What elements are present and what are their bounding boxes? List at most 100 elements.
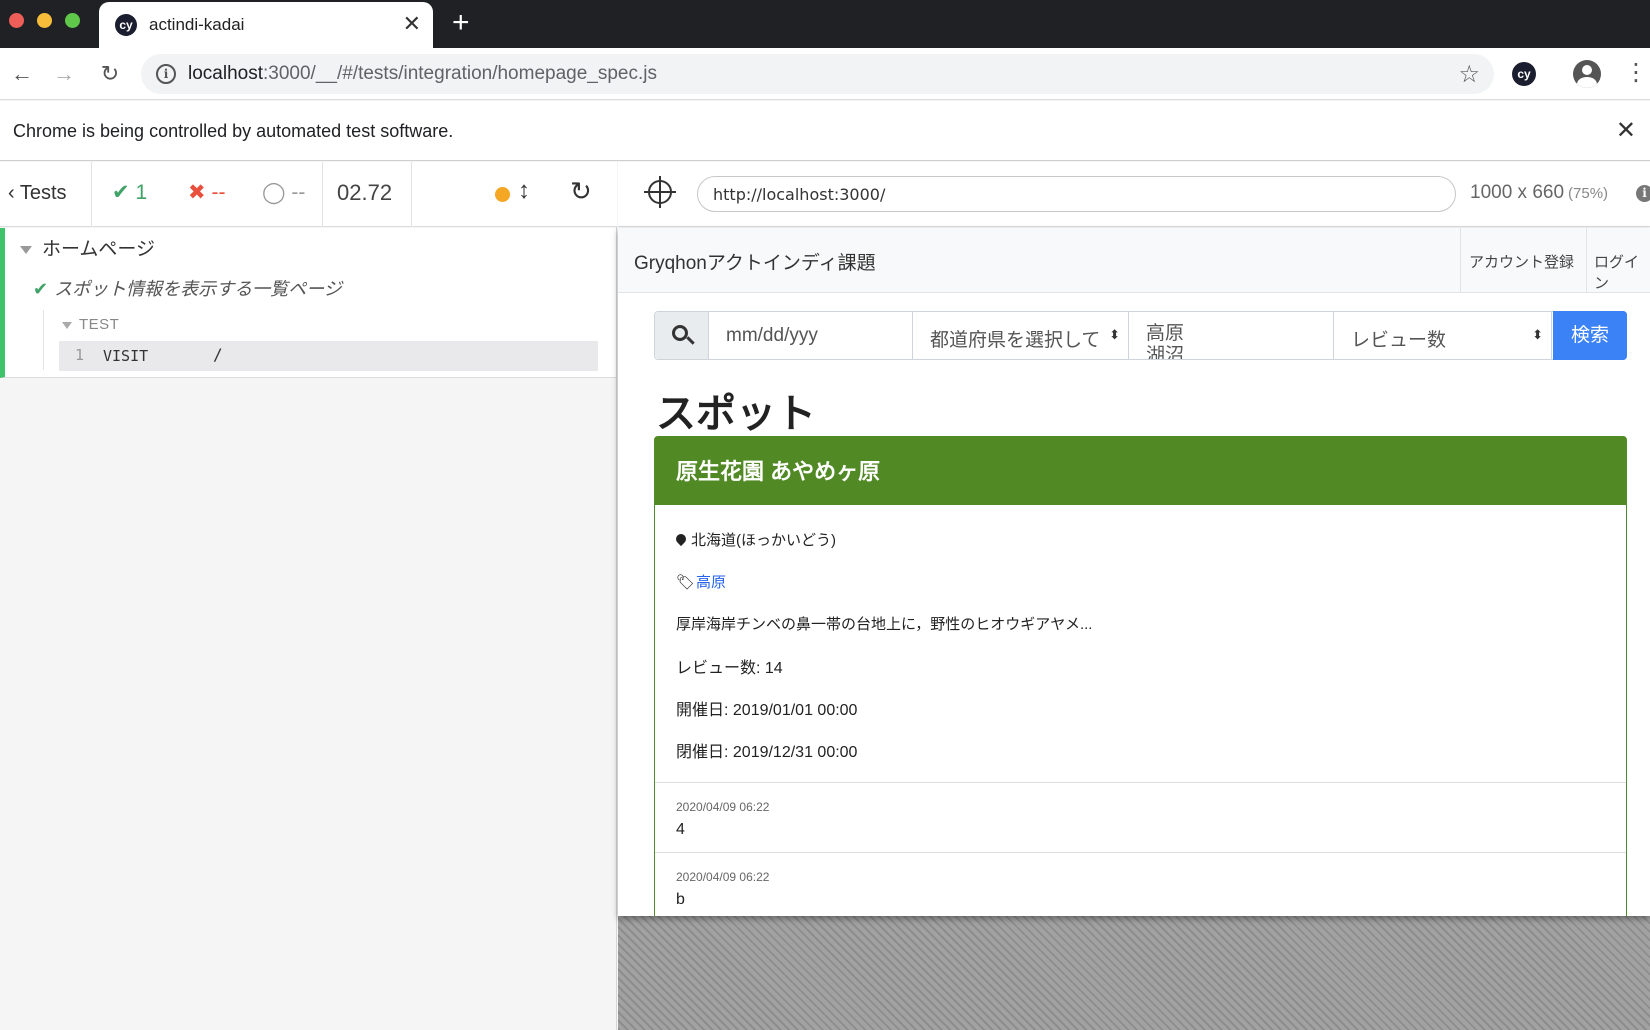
header-divider bbox=[411, 162, 412, 227]
rerun-tests-icon[interactable]: ↻ bbox=[570, 176, 592, 207]
command-message: / bbox=[213, 345, 223, 364]
duration: 02.72 bbox=[337, 180, 393, 205]
maximize-window-button[interactable] bbox=[65, 13, 80, 28]
infobar-close-icon[interactable]: ✕ bbox=[1616, 116, 1636, 145]
review-text: b bbox=[676, 891, 685, 908]
reporter-header: ‹ Tests ✔ 1 ✖ -- ◯ -- 02.72 ↕ ↻ bbox=[0, 162, 617, 227]
tests-label: Tests bbox=[19, 182, 67, 204]
bookmark-star-icon[interactable]: ☆ bbox=[1458, 60, 1480, 89]
reload-icon[interactable]: ↻ bbox=[96, 60, 124, 88]
viewport-scale: (75%) bbox=[1568, 185, 1609, 202]
nav-divider bbox=[1460, 228, 1461, 293]
spot-name[interactable]: 原生花園 あやめヶ原 bbox=[676, 454, 880, 486]
address-host: localhost bbox=[188, 63, 263, 84]
back-arrow-icon[interactable]: ← bbox=[8, 60, 36, 88]
selector-playground-crosshair-icon[interactable] bbox=[644, 176, 676, 208]
check-icon: ✔ bbox=[33, 279, 49, 299]
spot-description: 厚岸海岸チンベの鼻一帯の台地上に，野性のヒオウギアヤメ... bbox=[676, 616, 1093, 633]
page-title: スポット bbox=[656, 392, 816, 436]
spot-end-date: 閉催日: 2019/12/31 00:00 bbox=[676, 744, 858, 761]
spot-card: 原生花園 あやめヶ原 北海道(ほっかいどう) 🏷高原 厚岸海岸チンベの鼻一帯の台… bbox=[654, 436, 1627, 916]
spot-card-header: 原生花園 あやめヶ原 bbox=[655, 437, 1626, 505]
suite-title: ホームページ bbox=[42, 239, 156, 260]
sort-select-value: レビュー数 bbox=[1351, 330, 1447, 351]
pending-count: -- bbox=[291, 181, 306, 204]
browser-tab[interactable]: cy actindi-kadai ✕ bbox=[99, 2, 433, 48]
nav-link-login[interactable]: ログイン bbox=[1594, 251, 1650, 293]
command-group: TEST 1 VISIT / bbox=[43, 310, 602, 371]
aut-iframe: Gryqhonアクトインディ課題 アカウント登録 ログイン mm/dd/yyy … bbox=[618, 228, 1650, 916]
sort-select[interactable]: レビュー数 bbox=[1334, 312, 1552, 359]
caret-down-icon bbox=[62, 321, 72, 329]
minimize-window-button[interactable] bbox=[37, 13, 52, 28]
aut-container: Gryqhonアクトインディ課題 アカウント登録 ログイン mm/dd/yyy … bbox=[618, 228, 1650, 1030]
command-name: VISIT bbox=[103, 347, 149, 365]
viewport-size: 1000 x 660 bbox=[1470, 182, 1565, 203]
review-date: 2020/04/09 06:22 bbox=[676, 870, 770, 884]
failed-count: -- bbox=[211, 181, 226, 204]
map-marker-icon bbox=[673, 531, 689, 547]
tab-title: actindi-kadai bbox=[149, 15, 245, 34]
cypress-reporter: ‹ Tests ✔ 1 ✖ -- ◯ -- 02.72 ↕ ↻ ホームページ ✔… bbox=[0, 162, 617, 1030]
category-options: 高原 湖沼 bbox=[1146, 323, 1185, 359]
viewport-info: 1000 x 660 (75%) bbox=[1470, 182, 1608, 204]
cypress-extension-icon[interactable]: cy bbox=[1512, 62, 1536, 86]
pending-stat: ◯ -- bbox=[262, 180, 305, 205]
search-button[interactable]: 検索 bbox=[1553, 311, 1627, 360]
search-form: mm/dd/yyy 都道府県を選択して 高原 湖沼 レビュー数 検索 bbox=[654, 311, 1627, 360]
tab-close-icon[interactable]: ✕ bbox=[403, 11, 421, 37]
browser-toolbar: ← → ↻ i localhost:3000/__/#/tests/integr… bbox=[0, 48, 1650, 100]
test-section-text: TEST bbox=[79, 316, 120, 333]
tags-icon: 🏷 bbox=[676, 574, 696, 591]
app-navbar: Gryqhonアクトインディ課題 アカウント登録 ログイン bbox=[618, 228, 1650, 293]
review-divider bbox=[655, 782, 1626, 783]
nav-link-signup[interactable]: アカウント登録 bbox=[1469, 251, 1574, 272]
test-title: スポット情報を表示する一覧ページ bbox=[54, 279, 342, 299]
close-window-button[interactable] bbox=[9, 13, 24, 28]
browser-titlebar: cy actindi-kadai ✕ + bbox=[0, 0, 1650, 48]
command-row[interactable]: 1 VISIT / bbox=[59, 341, 598, 371]
address-bar[interactable]: i localhost:3000/__/#/tests/integration/… bbox=[141, 54, 1494, 94]
review-text: 4 bbox=[676, 821, 685, 838]
spot-location: 北海道(ほっかいどう) bbox=[673, 529, 836, 550]
tag-link[interactable]: 高原 bbox=[696, 574, 726, 591]
spot-start-date: 開催日: 2019/01/01 00:00 bbox=[676, 702, 858, 719]
spinner-icon: ◯ bbox=[262, 181, 286, 204]
command-number: 1 bbox=[75, 346, 85, 364]
date-input[interactable]: mm/dd/yyy bbox=[709, 312, 913, 359]
aut-url-field[interactable]: http://localhost:3000/ bbox=[697, 176, 1456, 212]
prefecture-select[interactable]: 都道府県を選択して bbox=[913, 312, 1129, 359]
tests-back-button[interactable]: ‹ Tests bbox=[0, 162, 92, 227]
runnable-suite: ホームページ ✔ スポット情報を表示する一覧ページ TEST 1 VISIT / bbox=[0, 228, 616, 378]
prefecture-select-value: 都道府県を選択して bbox=[930, 330, 1101, 351]
stats-group: ✔ 1 ✖ -- ◯ -- bbox=[92, 162, 323, 227]
test-title-row[interactable]: ✔ スポット情報を表示する一覧ページ bbox=[33, 275, 342, 301]
site-info-icon[interactable]: i bbox=[156, 64, 176, 84]
address-path: :3000/__/#/tests/integration/homepage_sp… bbox=[263, 63, 657, 84]
profile-avatar-icon[interactable] bbox=[1573, 60, 1601, 88]
review-date: 2020/04/09 06:22 bbox=[676, 800, 770, 814]
review-divider bbox=[655, 852, 1626, 853]
new-tab-icon[interactable]: + bbox=[452, 8, 470, 38]
chevron-left-icon: ‹ bbox=[8, 182, 15, 204]
spot-tags: 🏷高原 bbox=[676, 571, 726, 592]
auto-scroll-toggle-icon[interactable]: ↕ bbox=[518, 177, 530, 205]
passed-count: 1 bbox=[135, 181, 148, 204]
cypress-favicon-icon: cy bbox=[115, 14, 137, 36]
failed-stat: ✖ -- bbox=[188, 180, 225, 205]
spot-location-text: 北海道(ほっかいどう) bbox=[691, 532, 836, 549]
forward-arrow-icon[interactable]: → bbox=[50, 60, 78, 88]
passed-stat: ✔ 1 bbox=[112, 180, 147, 205]
category-multiselect[interactable]: 高原 湖沼 bbox=[1129, 312, 1334, 359]
suite-title-row[interactable]: ホームページ bbox=[20, 234, 155, 261]
spot-review-count: レビュー数: 14 bbox=[676, 660, 783, 677]
caret-down-icon bbox=[20, 245, 32, 254]
automation-infobar: Chrome is being controlled by automated … bbox=[0, 101, 1650, 161]
app-brand[interactable]: Gryqhonアクトインディ課題 bbox=[634, 248, 876, 275]
more-menu-icon[interactable]: ⋮ bbox=[1624, 59, 1648, 87]
infobar-message: Chrome is being controlled by automated … bbox=[13, 121, 454, 141]
test-section-label[interactable]: TEST bbox=[62, 316, 119, 333]
viewport-info-icon[interactable]: i bbox=[1636, 185, 1650, 202]
address-url: localhost:3000/__/#/tests/integration/ho… bbox=[188, 63, 657, 85]
runner-header: http://localhost:3000/ 1000 x 660 (75%) i bbox=[618, 162, 1650, 227]
